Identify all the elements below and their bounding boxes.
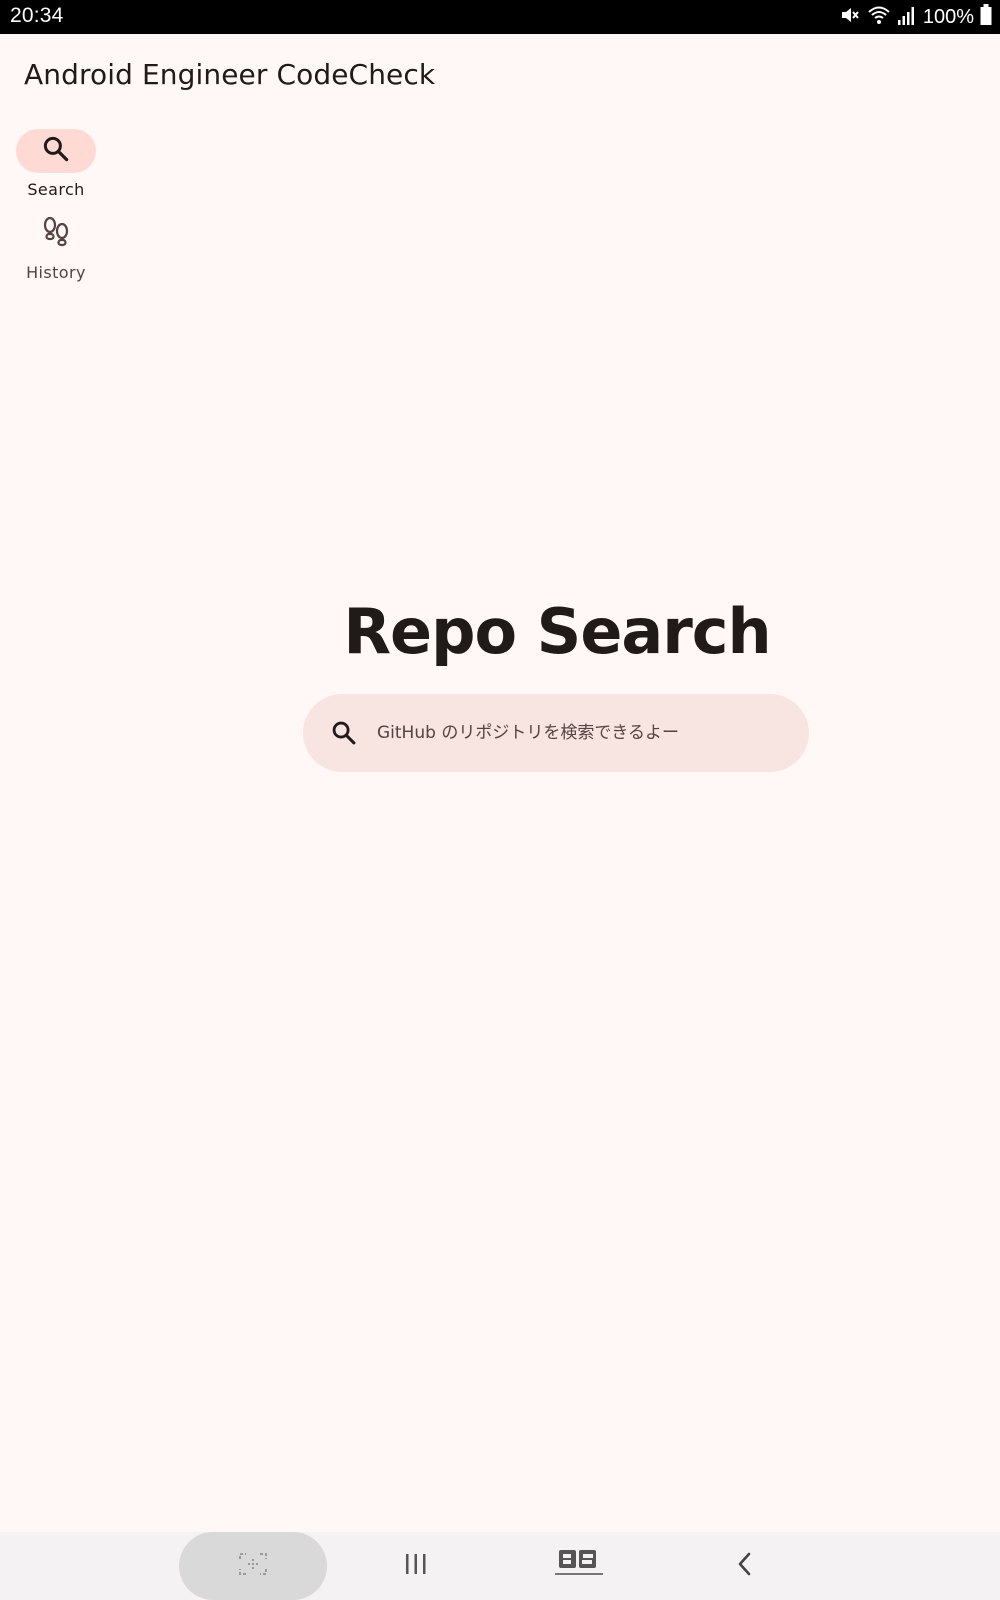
search-icon[interactable] (329, 718, 359, 748)
rail-item-label: Search (27, 180, 85, 199)
search-input[interactable] (375, 722, 779, 744)
battery-icon (980, 4, 992, 30)
recents-icon (403, 1552, 429, 1580)
search-icon (41, 134, 71, 168)
back-icon (735, 1551, 755, 1581)
signal-icon (897, 4, 917, 30)
capture-button[interactable] (179, 1532, 327, 1600)
back-button[interactable] (714, 1532, 776, 1600)
status-icons: 100% (839, 4, 992, 30)
rail-item-search[interactable]: Search (16, 129, 96, 199)
rail-search-indicator[interactable] (16, 129, 96, 173)
system-navigation-bar (0, 1532, 1000, 1600)
battery-percentage: 100% (922, 5, 974, 28)
footprint-icon (40, 216, 72, 252)
wifi-icon (867, 4, 891, 30)
rail-history-indicator[interactable] (16, 212, 96, 256)
app-logo-button[interactable] (548, 1532, 610, 1600)
status-bar: 20:34 100% (0, 0, 1000, 34)
status-time: 20:34 (10, 4, 64, 27)
mute-icon (839, 4, 861, 30)
page-title: Repo Search (343, 595, 771, 668)
search-bar[interactable] (303, 694, 809, 772)
rail-item-history[interactable]: History (16, 212, 96, 282)
app-logo-icon (553, 1547, 605, 1585)
app-title: Android Engineer CodeCheck (24, 58, 436, 91)
rail-item-label: History (26, 263, 86, 282)
recents-button[interactable] (385, 1532, 447, 1600)
capture-icon (238, 1552, 268, 1580)
screen: 20:34 100% Android Engineer CodeCheck Se… (0, 0, 1000, 1600)
